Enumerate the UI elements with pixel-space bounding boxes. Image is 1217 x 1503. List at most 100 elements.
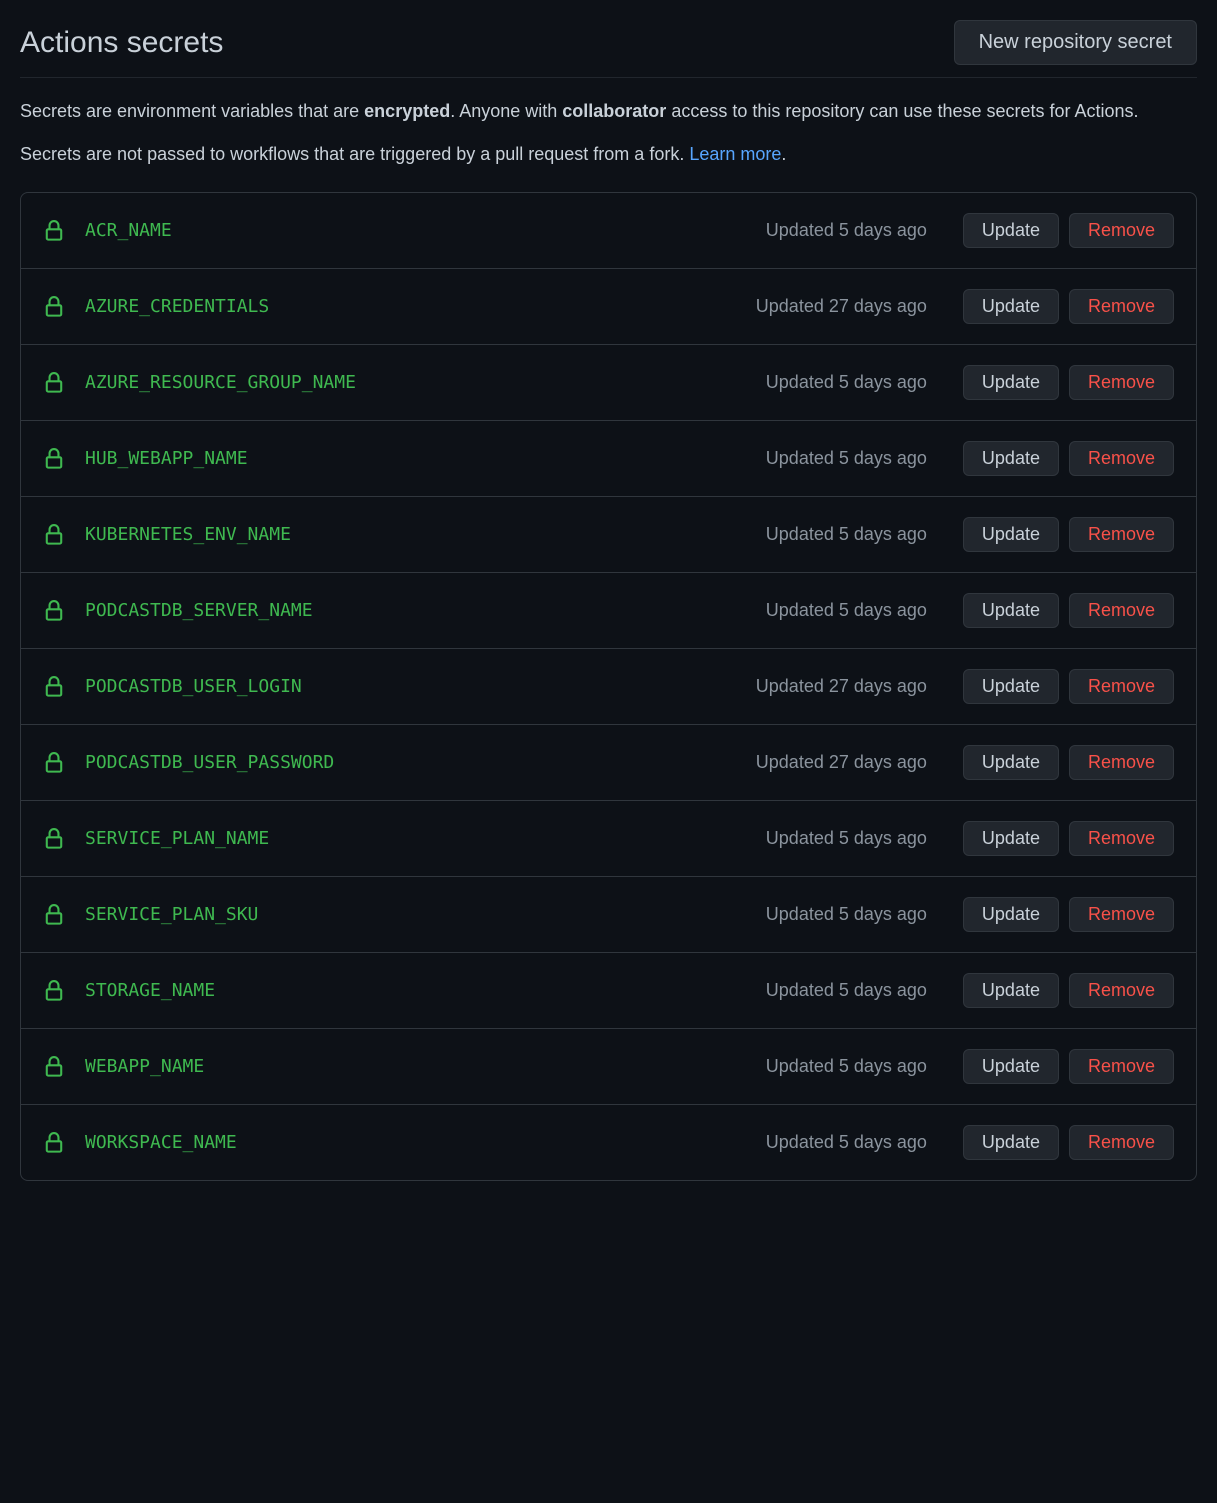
update-button[interactable]: Update bbox=[963, 897, 1059, 932]
secret-actions: Update Remove bbox=[963, 1049, 1174, 1084]
secret-actions: Update Remove bbox=[963, 669, 1174, 704]
remove-button[interactable]: Remove bbox=[1069, 821, 1174, 856]
secret-updated: Updated 5 days ago bbox=[766, 977, 927, 1004]
secret-name[interactable]: AZURE_CREDENTIALS bbox=[85, 293, 736, 320]
secret-name[interactable]: HUB_WEBAPP_NAME bbox=[85, 445, 746, 472]
secret-row: AZURE_RESOURCE_GROUP_NAME Updated 5 days … bbox=[21, 345, 1196, 421]
desc-text: Secrets are not passed to workflows that… bbox=[20, 144, 689, 164]
page-title: Actions secrets bbox=[20, 20, 223, 65]
secret-row: PODCASTDB_USER_LOGIN Updated 27 days ago U… bbox=[21, 649, 1196, 725]
remove-button[interactable]: Remove bbox=[1069, 365, 1174, 400]
secret-updated: Updated 5 days ago bbox=[766, 1129, 927, 1156]
secret-actions: Update Remove bbox=[963, 973, 1174, 1008]
secret-actions: Update Remove bbox=[963, 517, 1174, 552]
desc-text: . bbox=[781, 144, 786, 164]
secret-updated: Updated 27 days ago bbox=[756, 749, 927, 776]
remove-button[interactable]: Remove bbox=[1069, 213, 1174, 248]
update-button[interactable]: Update bbox=[963, 289, 1059, 324]
secret-name[interactable]: PODCASTDB_USER_PASSWORD bbox=[85, 749, 736, 776]
secret-actions: Update Remove bbox=[963, 441, 1174, 476]
secret-row: KUBERNETES_ENV_NAME Updated 5 days ago Upd… bbox=[21, 497, 1196, 573]
remove-button[interactable]: Remove bbox=[1069, 1049, 1174, 1084]
update-button[interactable]: Update bbox=[963, 441, 1059, 476]
lock-icon bbox=[43, 524, 65, 546]
secret-updated: Updated 5 days ago bbox=[766, 597, 927, 624]
update-button[interactable]: Update bbox=[963, 1125, 1059, 1160]
update-button[interactable]: Update bbox=[963, 365, 1059, 400]
secret-actions: Update Remove bbox=[963, 365, 1174, 400]
description-line-1: Secrets are environment variables that a… bbox=[20, 98, 1197, 125]
secret-name[interactable]: WEBAPP_NAME bbox=[85, 1053, 746, 1080]
desc-strong-collaborator: collaborator bbox=[562, 101, 666, 121]
lock-icon bbox=[43, 676, 65, 698]
remove-button[interactable]: Remove bbox=[1069, 745, 1174, 780]
lock-icon bbox=[43, 752, 65, 774]
secret-actions: Update Remove bbox=[963, 745, 1174, 780]
secret-actions: Update Remove bbox=[963, 1125, 1174, 1160]
secret-actions: Update Remove bbox=[963, 821, 1174, 856]
secret-name[interactable]: STORAGE_NAME bbox=[85, 977, 746, 1004]
secret-name[interactable]: WORKSPACE_NAME bbox=[85, 1129, 746, 1156]
learn-more-link[interactable]: Learn more bbox=[689, 144, 781, 164]
secrets-list: ACR_NAMEUpdated 5 days agoUpdateRemoveAZ… bbox=[20, 192, 1197, 1181]
secret-actions: Update Remove bbox=[963, 593, 1174, 628]
secret-updated: Updated 5 days ago bbox=[766, 825, 927, 852]
desc-text: access to this repository can use these … bbox=[666, 101, 1138, 121]
remove-button[interactable]: Remove bbox=[1069, 897, 1174, 932]
remove-button[interactable]: Remove bbox=[1069, 517, 1174, 552]
secret-name[interactable]: SERVICE_PLAN_NAME bbox=[85, 825, 746, 852]
desc-strong-encrypted: encrypted bbox=[364, 101, 450, 121]
description-line-2: Secrets are not passed to workflows that… bbox=[20, 141, 1197, 168]
remove-button[interactable]: Remove bbox=[1069, 289, 1174, 324]
lock-icon bbox=[43, 220, 65, 242]
lock-icon bbox=[43, 448, 65, 470]
secret-updated: Updated 5 days ago bbox=[766, 369, 927, 396]
lock-icon bbox=[43, 904, 65, 926]
remove-button[interactable]: Remove bbox=[1069, 593, 1174, 628]
lock-icon bbox=[43, 1056, 65, 1078]
secret-row: WORKSPACE_NAME Updated 5 days ago Update Re… bbox=[21, 1105, 1196, 1180]
secret-name[interactable]: PODCASTDB_SERVER_NAME bbox=[85, 597, 746, 624]
remove-button[interactable]: Remove bbox=[1069, 669, 1174, 704]
desc-text: . Anyone with bbox=[450, 101, 562, 121]
secret-row: SERVICE_PLAN_NAME Updated 5 days ago Updat… bbox=[21, 801, 1196, 877]
update-button[interactable]: Update bbox=[963, 745, 1059, 780]
secret-actions: Update Remove bbox=[963, 289, 1174, 324]
remove-button[interactable]: Remove bbox=[1069, 441, 1174, 476]
update-button[interactable]: Update bbox=[963, 1049, 1059, 1084]
secret-row: HUB_WEBAPP_NAME Updated 5 days ago Update R… bbox=[21, 421, 1196, 497]
secret-updated: Updated 27 days ago bbox=[756, 673, 927, 700]
secret-updated: Updated 5 days ago bbox=[766, 1053, 927, 1080]
secret-updated: Updated 5 days ago bbox=[766, 521, 927, 548]
lock-icon bbox=[43, 828, 65, 850]
desc-text: Secrets are environment variables that a… bbox=[20, 101, 364, 121]
secret-updated: Updated 5 days ago bbox=[766, 901, 927, 928]
secret-updated: Updated 5 days ago bbox=[766, 445, 927, 472]
update-button[interactable]: Update bbox=[963, 973, 1059, 1008]
secret-row: ACR_NAMEUpdated 5 days agoUpdateRemove bbox=[21, 193, 1196, 269]
lock-icon bbox=[43, 372, 65, 394]
secret-name[interactable]: PODCASTDB_USER_LOGIN bbox=[85, 673, 736, 700]
secret-row: SERVICE_PLAN_SKU Updated 5 days ago Update… bbox=[21, 877, 1196, 953]
remove-button[interactable]: Remove bbox=[1069, 973, 1174, 1008]
secret-row: STORAGE_NAME Updated 5 days ago Update Remo… bbox=[21, 953, 1196, 1029]
update-button[interactable]: Update bbox=[963, 669, 1059, 704]
secret-actions: Update Remove bbox=[963, 897, 1174, 932]
update-button[interactable]: Update bbox=[963, 213, 1059, 248]
secret-updated: Updated 27 days ago bbox=[756, 293, 927, 320]
secret-row: AZURE_CREDENTIALS Updated 27 days ago Upda… bbox=[21, 269, 1196, 345]
update-button[interactable]: Update bbox=[963, 517, 1059, 552]
update-button[interactable]: Update bbox=[963, 593, 1059, 628]
secret-name[interactable]: AZURE_RESOURCE_GROUP_NAME bbox=[85, 369, 746, 396]
lock-icon bbox=[43, 1132, 65, 1154]
remove-button[interactable]: Remove bbox=[1069, 1125, 1174, 1160]
secret-row: PODCASTDB_USER_PASSWORD Updated 27 days a… bbox=[21, 725, 1196, 801]
secret-name[interactable]: SERVICE_PLAN_SKU bbox=[85, 901, 746, 928]
new-repository-secret-button[interactable]: New repository secret bbox=[954, 20, 1197, 65]
secret-name[interactable]: ACR_NAME bbox=[85, 217, 746, 244]
secret-row: WEBAPP_NAME Updated 5 days ago Update Remov… bbox=[21, 1029, 1196, 1105]
lock-icon bbox=[43, 600, 65, 622]
page-header: Actions secrets New repository secret bbox=[20, 20, 1197, 78]
secret-name[interactable]: KUBERNETES_ENV_NAME bbox=[85, 521, 746, 548]
update-button[interactable]: Update bbox=[963, 821, 1059, 856]
